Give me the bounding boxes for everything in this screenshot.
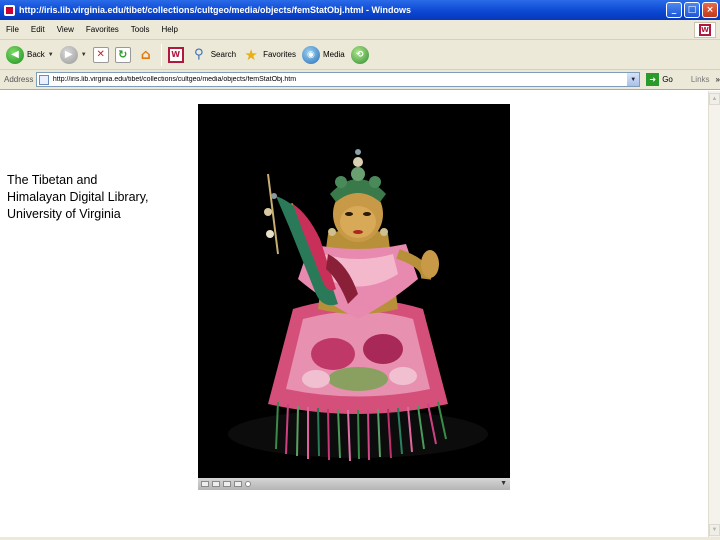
page-content: The Tibetan and Himalayan Digital Librar… — [0, 91, 708, 538]
address-bar: Address http://iris.lib.virginia.edu/tib… — [0, 70, 720, 90]
refresh-button[interactable]: ↻ — [114, 43, 131, 67]
toolbar-separator — [160, 43, 162, 66]
toolbar-overflow-icon[interactable]: » — [716, 75, 720, 84]
windows-logo-button[interactable]: W — [167, 43, 184, 67]
media-label: Media — [322, 50, 345, 59]
vertical-scrollbar[interactable]: ▲ ▼ — [708, 91, 720, 538]
go-label: Go — [662, 75, 673, 84]
tibetan-deity-statue-image — [198, 104, 510, 478]
viewer-pan-icon[interactable] — [245, 481, 251, 487]
forward-arrow-icon: ▶ — [59, 45, 78, 64]
media-globe-icon: ◉ — [301, 45, 320, 64]
close-button[interactable]: × — [702, 2, 718, 18]
home-icon: ⌂ — [140, 46, 151, 63]
media-button[interactable]: ◉ Media — [301, 43, 345, 67]
address-input[interactable]: http://iris.lib.virginia.edu/tibet/colle… — [35, 72, 641, 87]
back-button[interactable]: ◀ Back ▼ — [6, 43, 54, 67]
search-label: Search — [210, 50, 237, 59]
ie-app-icon — [4, 4, 15, 16]
viewer-zoom-in-button[interactable] — [212, 481, 220, 487]
window-controls: _ □ × — [666, 2, 718, 18]
viewer-reset-button[interactable] — [223, 481, 231, 487]
search-icon: ⚲ — [193, 47, 204, 62]
window-title: http://iris.lib.virginia.edu/tibet/colle… — [19, 5, 411, 15]
refresh-icon: ↻ — [114, 46, 131, 63]
windows-logo-icon: W — [694, 22, 716, 38]
search-button[interactable]: ⚲ Search — [190, 43, 236, 67]
library-caption: The Tibetan and Himalayan Digital Librar… — [7, 173, 149, 221]
address-url: http://iris.lib.virginia.edu/tibet/colle… — [52, 76, 297, 83]
minimize-button[interactable]: _ — [666, 2, 682, 18]
maximize-button[interactable]: □ — [684, 2, 700, 18]
scroll-down-icon[interactable]: ▼ — [709, 524, 720, 536]
address-dropdown-icon[interactable]: ▼ — [627, 73, 640, 86]
favorites-button[interactable]: ★ Favorites — [242, 43, 296, 67]
menu-help[interactable]: Help — [161, 25, 177, 34]
go-button[interactable]: ➜ Go — [646, 73, 673, 86]
forward-dropdown-icon[interactable]: ▼ — [81, 52, 87, 58]
navigation-toolbar: ◀ Back ▼ ▶ ▼ ✕ ↻ ⌂ W ⚲ Search ★ Favorite… — [0, 40, 720, 70]
menu-favorites[interactable]: Favorites — [86, 25, 119, 34]
page-icon — [38, 74, 49, 85]
back-dropdown-icon[interactable]: ▼ — [48, 52, 54, 58]
viewer-fit-button[interactable] — [234, 481, 242, 487]
favorites-star-icon: ★ — [244, 45, 258, 64]
window-titlebar: http://iris.lib.virginia.edu/tibet/colle… — [0, 0, 720, 20]
stop-icon: ✕ — [92, 46, 109, 63]
menu-edit[interactable]: Edit — [31, 25, 45, 34]
menu-file[interactable]: File — [6, 25, 19, 34]
stop-button[interactable]: ✕ — [92, 43, 109, 67]
forward-button[interactable]: ▶ ▼ — [59, 43, 87, 67]
favorites-label: Favorites — [263, 50, 296, 59]
home-button[interactable]: ⌂ — [137, 43, 155, 67]
links-button[interactable]: Links — [691, 75, 710, 84]
viewer-menu-icon[interactable]: ▼ — [500, 480, 507, 487]
statue-illustration — [198, 104, 510, 478]
history-button[interactable]: ⟲ — [350, 43, 369, 67]
menu-view[interactable]: View — [57, 25, 74, 34]
back-label: Back — [27, 50, 45, 59]
history-icon: ⟲ — [350, 45, 369, 64]
back-arrow-icon: ◀ — [6, 45, 24, 64]
menu-tools[interactable]: Tools — [131, 25, 150, 34]
image-viewer-controls: ▼ — [198, 478, 510, 490]
go-arrow-icon: ➜ — [646, 73, 660, 86]
windows-logo-icon: W — [167, 46, 184, 63]
address-label: Address — [4, 75, 34, 84]
scroll-up-icon[interactable]: ▲ — [709, 93, 720, 105]
viewer-zoom-out-button[interactable] — [201, 481, 209, 487]
menu-bar: File Edit View Favorites Tools Help W — [0, 20, 720, 40]
